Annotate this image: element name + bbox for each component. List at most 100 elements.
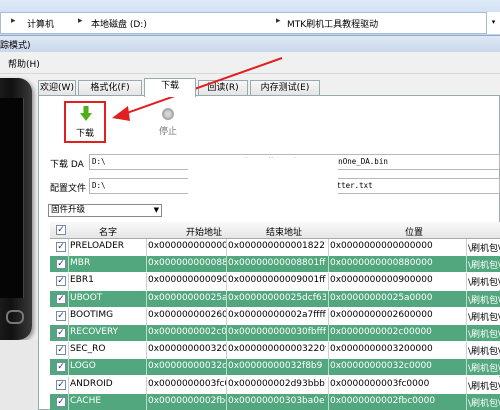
cell-start: 0x0000000000880000	[148, 258, 226, 269]
row-checkbox[interactable]: ✓	[56, 379, 66, 390]
cell-location-path: \刷机包\	[468, 261, 500, 272]
cell-location-start: 0x0000000000880000	[330, 258, 433, 269]
window-title: 踪模式)	[0, 41, 31, 51]
header-end-address: 结束地址	[265, 228, 302, 238]
row-checkbox[interactable]: ✓	[56, 345, 66, 356]
cell-name: BOOTIMG	[70, 309, 114, 320]
select-all-checkbox[interactable]: ✓	[56, 225, 66, 235]
cell-start: 0x0000000003fc0000	[148, 378, 226, 389]
download-button-label: 下载	[75, 129, 94, 139]
cell-start: 0x0000000002c00000	[148, 327, 226, 337]
table-row[interactable]: ✓MBR0x00000000008800000x00000000008801ff…	[50, 256, 500, 274]
stop-button[interactable]: 停止	[148, 106, 188, 140]
cell-location-path: \刷机包\	[468, 347, 500, 358]
table-row[interactable]: ✓ CACHE 0x0000000002fbc0000 0x00000000303ba…	[50, 393, 500, 410]
cell-end: 0x00000000008801ff	[228, 258, 326, 269]
menu-help[interactable]: 帮助(H)	[8, 57, 40, 70]
table-row[interactable]: ✓SEC_RO0x00000000032000000x0000000000032…	[50, 342, 500, 360]
cell-end: 0x000000002d93bbb7	[228, 378, 326, 389]
stop-button-label: 停止	[158, 127, 177, 137]
download-da-label: 下载 DA	[50, 160, 84, 170]
cell-name: SEC_RO	[70, 344, 106, 355]
cell-name: LOGO	[70, 361, 96, 372]
breadcrumb-mtk-folder[interactable]: MTK刷机工具教程驱动	[287, 17, 378, 30]
cell-start: 0x00000000025a0000	[148, 292, 226, 303]
tab-format[interactable]: 格式化(F)	[78, 80, 142, 96]
breadcrumb-computer[interactable]: 计算机	[27, 17, 54, 30]
table-row[interactable]: ✓EBR10x00000000009000000x00000000009001f…	[50, 273, 500, 291]
download-arrow-icon	[80, 106, 92, 121]
chevron-down-icon: ▼	[153, 206, 159, 214]
breadcrumb-drive-d[interactable]: 本地磁盘 (D:)	[91, 17, 147, 30]
table-row[interactable]: ✓RECOVERY0x0000000002c000000x00000000003…	[50, 325, 500, 342]
cell-name: CACHE	[70, 395, 102, 406]
tab-readback[interactable]: 回读(R)	[198, 80, 248, 96]
cell-start: 0x0000000000900000	[148, 275, 226, 286]
breadcrumb-separator: ▸	[11, 16, 16, 26]
cell-location-path: \刷机包\	[468, 381, 500, 392]
cell-location-start: 0x0000000002600000	[330, 309, 433, 320]
row-checkbox[interactable]: ✓	[56, 293, 66, 304]
row-checkbox[interactable]: ✓	[56, 242, 66, 252]
cell-location-start: 0x00000000032c0000	[330, 361, 432, 372]
row-checkbox[interactable]: ✓	[56, 362, 66, 373]
cell-name: EBR1	[70, 275, 94, 286]
cell-name: ANDROID	[70, 378, 113, 389]
scatter-file-label: 配置文件	[50, 184, 87, 194]
cell-location-path: \刷机包\	[468, 278, 500, 289]
cell-start: 0x0000000003200000	[148, 344, 226, 355]
explorer-address-bar: ▸ 计算机 ▸ 本地磁盘 (D:) ▸ MTK刷机工具教程驱动 ▾	[0, 0, 500, 36]
table-row[interactable]: ✓ANDROID0x0000000003fc00000x000000002d93…	[50, 376, 500, 394]
cell-end: 0x0000000000018227	[228, 241, 326, 251]
table-row[interactable]: ✓BOOTIMG0x00000000026000000x00000000002a…	[50, 307, 500, 325]
cell-location-start: 0x0000000003200000	[330, 344, 433, 355]
table-row[interactable]: ✓LOGO0x00000000032c00000x00000000032f8b9…	[50, 359, 500, 377]
tab-memory-test[interactable]: 内存测试(E)	[250, 80, 320, 96]
tab-welcome[interactable]: 欢迎(W)	[38, 80, 76, 96]
phone-home-button	[6, 310, 24, 324]
redacted-area	[188, 158, 338, 228]
download-mode-select[interactable]: 固件升级 ▼	[48, 204, 162, 217]
cell-location-start: 0x0000000003fc0000	[330, 378, 430, 389]
cell-location-start: 0x0000000002fbc0000	[330, 395, 436, 406]
address-field[interactable]: ▸ 计算机 ▸ 本地磁盘 (D:) ▸ MTK刷机工具教程驱动	[0, 12, 500, 34]
cell-start: 0x00000000032c0000	[148, 361, 226, 372]
row-checkbox[interactable]: ✓	[56, 310, 66, 321]
cell-name: UBOOT	[70, 292, 103, 303]
phone-image	[0, 78, 32, 340]
cell-location-path: \刷机包\	[468, 398, 500, 409]
cell-start: 0x0000000000000000	[148, 241, 226, 251]
address-dropdown-icon[interactable]: ▾	[486, 12, 500, 34]
cell-name: PRELOADER	[70, 241, 125, 251]
cell-location-start: 0x0000000000900000	[330, 275, 433, 286]
cell-end: 0x000000000030fbfff	[228, 327, 326, 337]
window-title-bar: 踪模式)	[0, 36, 500, 52]
cell-location-start: 0x0000000000000000	[330, 241, 433, 251]
cell-end: 0x00000000303ba0e7	[228, 395, 326, 406]
cell-location-path: \刷机包\	[468, 364, 500, 375]
cell-location-path: \刷机包\	[468, 312, 500, 323]
row-checkbox[interactable]: ✓	[56, 396, 66, 407]
breadcrumb-separator: ▸	[276, 16, 281, 26]
cell-location-path: \刷机包\	[468, 244, 500, 254]
table-row[interactable]: ✓PRELOADER0x00000000000000000x0000000000…	[50, 239, 500, 256]
tab-download[interactable]: 下载	[144, 78, 196, 97]
left-pane-background	[0, 340, 40, 410]
phone-screen	[0, 98, 24, 298]
cell-location-path: \刷机包\	[468, 330, 500, 340]
stop-circle-icon	[162, 108, 174, 120]
cell-start: 0x0000000002600000	[148, 309, 226, 320]
row-checkbox[interactable]: ✓	[56, 328, 66, 338]
cell-location-path: \刷机包\	[468, 295, 500, 306]
cell-end: 0x00000000009001ff	[228, 275, 326, 286]
cell-name: RECOVERY	[70, 327, 119, 337]
breadcrumb-separator: ▸	[78, 16, 83, 26]
cell-end: 0x000000000003220ff	[228, 344, 326, 355]
cell-end: 0x00000000025dcf63	[228, 292, 326, 303]
cell-end: 0x00000000002a7ffff	[228, 309, 326, 320]
table-row[interactable]: ✓ UBOOT 0x00000000025a00000x00000000025dcf…	[50, 290, 500, 308]
cell-location-start: 0x0000000002c00000	[330, 327, 432, 337]
row-checkbox[interactable]: ✓	[56, 259, 66, 270]
download-button[interactable]: 下载	[64, 101, 106, 143]
row-checkbox[interactable]: ✓	[56, 276, 66, 287]
